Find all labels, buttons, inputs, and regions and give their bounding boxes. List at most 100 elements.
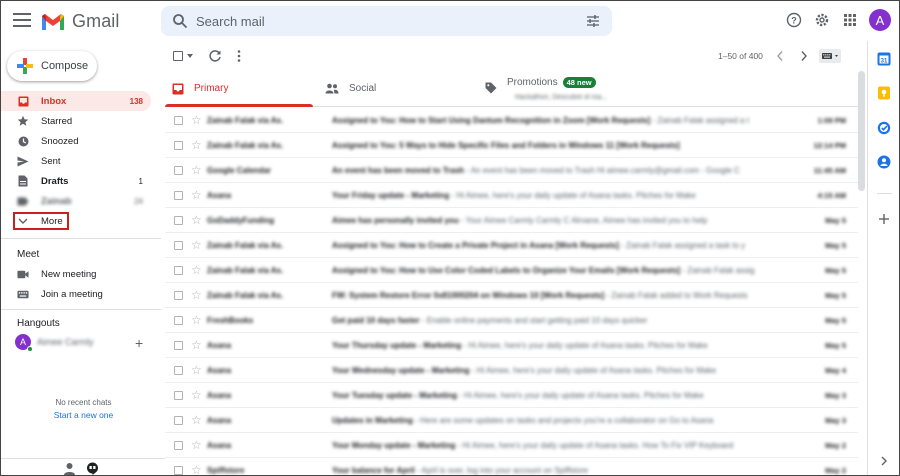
sidebar-item-starred[interactable]: Starred: [1, 111, 151, 131]
email-date: May 5: [825, 241, 846, 250]
email-row[interactable]: ☆ FreshBooks Get paid 10 days faster - Ena…: [165, 308, 858, 333]
star-icon[interactable]: ☆: [191, 289, 202, 301]
chevron-left-icon[interactable]: [775, 50, 785, 62]
row-checkbox[interactable]: [174, 316, 183, 325]
email-subject: Assigned to You: How to Create a Private…: [332, 241, 619, 250]
email-row[interactable]: ☆ GoDaddyFunding Aimee has personally invi…: [165, 208, 858, 233]
star-icon[interactable]: ☆: [191, 239, 202, 251]
email-subject: Your Monday update - Marketing: [332, 441, 456, 450]
star-icon[interactable]: ☆: [191, 364, 202, 376]
sidebar-item-snoozed[interactable]: Snoozed: [1, 131, 151, 151]
sidebar-item-sent[interactable]: Sent: [1, 151, 151, 171]
row-checkbox[interactable]: [174, 191, 183, 200]
add-addon-plus-icon[interactable]: [877, 212, 891, 226]
star-icon[interactable]: ☆: [191, 389, 202, 401]
person-icon[interactable]: [63, 462, 76, 475]
star-icon[interactable]: ☆: [191, 339, 202, 351]
start-new-chat-link[interactable]: Start a new one: [1, 410, 166, 420]
select-all-checkbox[interactable]: [173, 51, 183, 61]
email-row[interactable]: ☆ Zainab Falak via As. Assigned to You: Ho…: [165, 108, 858, 133]
new-count-badge: 48 new: [562, 77, 596, 88]
contacts-icon[interactable]: [877, 155, 891, 169]
email-subject-line: Assigned to You: How to Start Using Dant…: [332, 116, 787, 125]
email-row[interactable]: ☆ Zainab Falak via As. FW: System Restore …: [165, 283, 858, 308]
email-row[interactable]: ☆ Zainab Falak via As. Assigned to You: Ho…: [165, 233, 858, 258]
row-checkbox[interactable]: [174, 416, 183, 425]
search-input[interactable]: [196, 12, 576, 30]
row-checkbox[interactable]: [174, 341, 183, 350]
row-checkbox[interactable]: [174, 391, 183, 400]
tab-promotions[interactable]: Promotions 48 new Hackathon, Descubre el…: [485, 71, 685, 106]
row-checkbox[interactable]: [174, 216, 183, 225]
row-checkbox[interactable]: [174, 141, 183, 150]
search-options-icon[interactable]: [586, 14, 600, 28]
email-row[interactable]: ☆ Asana Your Monday update - Marketing - H…: [165, 433, 858, 458]
hangouts-user[interactable]: A Aimee Carmly: [15, 334, 94, 352]
star-icon[interactable]: ☆: [191, 114, 202, 126]
row-checkbox[interactable]: [174, 116, 183, 125]
row-checkbox[interactable]: [174, 366, 183, 375]
star-icon[interactable]: ☆: [191, 439, 202, 451]
inbox-unread-count: 138: [129, 96, 143, 106]
keep-icon[interactable]: [877, 86, 891, 100]
star-icon[interactable]: ☆: [191, 264, 202, 276]
row-checkbox[interactable]: [174, 291, 183, 300]
new-meeting-button[interactable]: New meeting: [17, 268, 96, 280]
star-icon[interactable]: ☆: [191, 189, 202, 201]
join-meeting-button[interactable]: Join a meeting: [17, 288, 103, 300]
email-row[interactable]: ☆ Zainab Falak via As. Assigned to You: 5 …: [165, 133, 858, 158]
more-options-icon[interactable]: [235, 49, 243, 63]
scrollbar[interactable]: [858, 71, 865, 191]
add-chat-plus-icon[interactable]: +: [135, 335, 143, 351]
main-menu-icon[interactable]: [13, 13, 31, 29]
select-options-caret-icon[interactable]: [187, 54, 193, 58]
row-checkbox[interactable]: [174, 166, 183, 175]
row-checkbox[interactable]: [174, 466, 183, 475]
sidebar-item-inbox[interactable]: Inbox 138: [1, 91, 151, 111]
email-sender: Asana: [207, 366, 232, 375]
email-row[interactable]: ☆ Asana Updates in Marketing - Here are so…: [165, 408, 858, 433]
email-row[interactable]: ☆ Spiffstore Your balance for April - Apri…: [165, 458, 858, 475]
star-icon[interactable]: ☆: [191, 214, 202, 226]
tasks-icon[interactable]: [877, 121, 891, 135]
email-row[interactable]: ☆ Asana Your Tuesday update - Marketing - …: [165, 383, 858, 408]
calendar-icon[interactable]: 31: [877, 52, 891, 66]
star-icon[interactable]: ☆: [191, 464, 202, 475]
svg-text:31: 31: [881, 59, 888, 65]
sidebar-item-drafts[interactable]: Drafts 1: [1, 171, 151, 191]
star-icon[interactable]: ☆: [191, 139, 202, 151]
sidebar-item-label-folder[interactable]: Zainab 24: [1, 191, 151, 211]
refresh-icon[interactable]: [208, 49, 222, 63]
row-checkbox[interactable]: [174, 266, 183, 275]
account-avatar[interactable]: A: [869, 9, 891, 31]
email-row[interactable]: ☆ Google Calendar An event has been moved …: [165, 158, 858, 183]
row-checkbox[interactable]: [174, 441, 183, 450]
gmail-logo[interactable]: Gmail: [41, 11, 120, 32]
email-row[interactable]: ☆ Asana Your Friday update - Marketing - H…: [165, 183, 858, 208]
email-date: 1:09 PM: [817, 116, 846, 125]
settings-gear-icon[interactable]: [813, 11, 831, 29]
email-subject-line: Updates in Marketing - Here are some upd…: [332, 416, 787, 425]
chevron-right-icon[interactable]: [877, 454, 891, 468]
hangouts-icon[interactable]: [86, 462, 99, 475]
chevron-right-icon[interactable]: [799, 50, 809, 62]
tab-social[interactable]: Social: [325, 71, 475, 106]
star-icon[interactable]: ☆: [191, 414, 202, 426]
star-icon[interactable]: ☆: [191, 314, 202, 326]
email-subject-line: Your Tuesday update - Marketing - Hi Aim…: [332, 391, 787, 400]
tab-primary[interactable]: Primary: [165, 71, 313, 107]
email-date: 12:14 PM: [813, 141, 846, 150]
apps-grid-icon[interactable]: [841, 11, 859, 29]
email-row[interactable]: ☆ Asana Your Wednesday update - Marketing …: [165, 358, 858, 383]
compose-button[interactable]: Compose: [7, 51, 97, 81]
search-icon[interactable]: [172, 13, 188, 29]
search-bar[interactable]: [161, 6, 612, 36]
email-sender: Asana: [207, 391, 232, 400]
input-tools-button[interactable]: [819, 49, 841, 63]
row-checkbox[interactable]: [174, 241, 183, 250]
email-row[interactable]: ☆ Asana Your Thursday update - Marketing -…: [165, 333, 858, 358]
help-icon[interactable]: ?: [785, 11, 803, 29]
star-icon[interactable]: ☆: [191, 164, 202, 176]
email-date: May 2: [825, 466, 846, 475]
email-row[interactable]: ☆ Zainab Falak via As. Assigned to You: Ho…: [165, 258, 858, 283]
